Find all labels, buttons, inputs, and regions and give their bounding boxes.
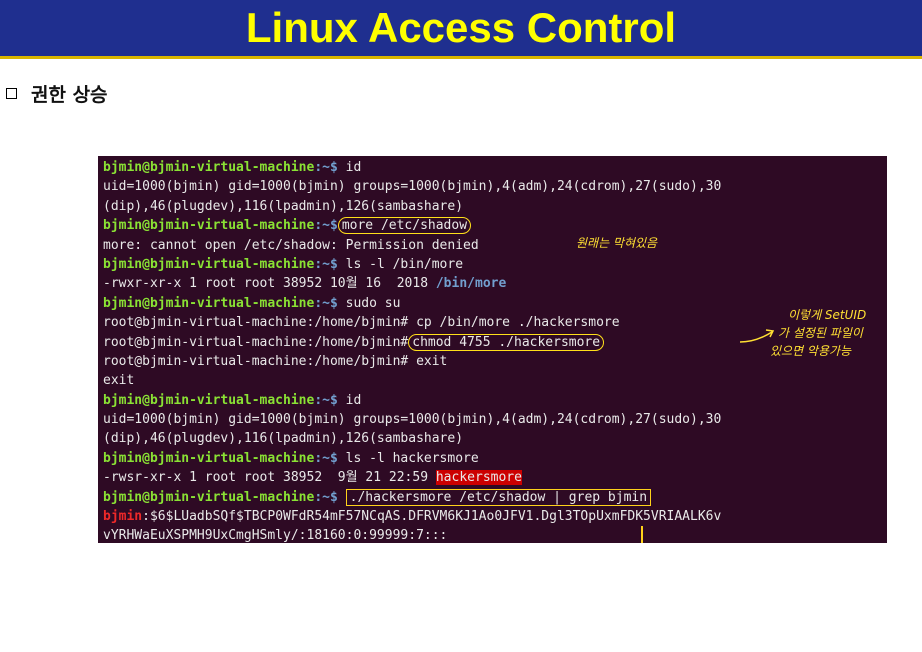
terminal-line: bjmin@bjmin-virtual-machine:~$ sudo su (98, 294, 887, 313)
prompt-path: :~$ (314, 489, 338, 505)
command-text: id (337, 392, 362, 408)
terminal-line: bjmin@bjmin-virtual-machine:~$ more /etc/… (98, 216, 887, 235)
root-prompt: root@bjmin-virtual-machine:/home/bjmin# (103, 353, 409, 369)
terminal-line: bjmin@bjmin-virtual-machine:~$ id (98, 158, 887, 177)
terminal-line: exit (103, 373, 135, 389)
terminal-line: (dip),46(plugdev),116(lpadmin),126(samba… (103, 431, 464, 447)
output-text: -rwxr-xr-x 1 root root 38952 10월 16 2018 (103, 276, 436, 292)
command-text: ls -l hackersmore (337, 450, 479, 466)
prompt-user: bjmin@bjmin-virtual-machine (103, 450, 315, 466)
terminal-line: -rwxr-xr-x 1 root root 38952 10월 16 2018… (98, 274, 887, 293)
prompt-user: bjmin@bjmin-virtual-machine (103, 392, 315, 408)
terminal-line: -rwsr-xr-x 1 root root 38952 9월 21 22:59… (98, 468, 887, 487)
root-prompt: root@bjmin-virtual-machine:/home/bjmin# (103, 315, 409, 331)
annotation-setuid-line3: 있으면 악용가능 (770, 344, 852, 358)
terminal-line: bjmin@bjmin-virtual-machine:~$ ./hackers… (98, 488, 887, 507)
slide-title-bar: Linux Access Control (0, 0, 922, 59)
square-bullet-icon (6, 88, 17, 99)
prompt-user: bjmin@bjmin-virtual-machine (103, 160, 315, 175)
prompt-path: :~$ (314, 392, 338, 408)
terminal-line: bjmin@bjmin-virtual-machine:~$ ls -l /bi… (98, 255, 887, 274)
command-highlight-circle: chmod 4755 ./hackersmore (408, 333, 605, 351)
command-highlight-circle: more /etc/shadow (337, 217, 472, 235)
pointer-line (641, 526, 643, 543)
slide-title: Linux Access Control (245, 4, 677, 51)
prompt-path: :~$ (314, 160, 338, 175)
file-name: /bin/more (435, 276, 507, 292)
prompt-path: :~$ (314, 218, 338, 234)
terminal-line: uid=1000(bjmin) gid=1000(bjmin) groups=1… (103, 412, 722, 428)
prompt-path: :~$ (314, 450, 338, 466)
terminal-line: bjmin@bjmin-virtual-machine:~$ id (98, 391, 887, 410)
prompt-user: bjmin@bjmin-virtual-machine (103, 256, 315, 272)
command-text: ls -l /bin/more (337, 256, 464, 272)
shadow-hash: :$6$LUadbSQf$TBCP0WFdR54mF57NCqAS.DFRVM6… (142, 509, 722, 525)
prompt-path: :~$ (314, 256, 338, 272)
terminal-line: bjmin@bjmin-virtual-machine:~$ ls -l hac… (98, 449, 887, 468)
output-text: -rwsr-xr-x 1 root root 38952 9월 21 22:59 (103, 470, 436, 486)
command-text: cp /bin/more ./hackersmore (408, 315, 620, 331)
terminal-line: (dip),46(plugdev),116(lpadmin),126(samba… (103, 198, 464, 214)
terminal-line: bjmin:$6$LUadbSQf$TBCP0WFdR54mF57NCqAS.D… (98, 507, 887, 526)
annotation-setuid-line1: 이렇게 SetUID (788, 308, 867, 322)
arrow-icon (739, 329, 775, 343)
prompt-path: :~$ (314, 295, 338, 311)
terminal-line: uid=1000(bjmin) gid=1000(bjmin) groups=1… (103, 179, 722, 195)
annotation-setuid-line2: 가 설정된 파일이 (778, 326, 863, 340)
terminal-line: more: cannot open /etc/shadow: Permissio… (103, 237, 479, 253)
command-highlight-box: ./hackersmore /etc/shadow | grep bjmin (345, 488, 652, 506)
command-text: sudo su (337, 295, 401, 311)
command-text: id (337, 160, 362, 175)
prompt-user: bjmin@bjmin-virtual-machine (103, 295, 315, 311)
bullet-heading: 권한 상승 (6, 80, 108, 107)
shadow-user: bjmin (103, 509, 143, 525)
terminal-line: vYRHWaEuXSPMH9UxCmgHSmly/:18160:0:99999:… (103, 528, 448, 543)
annotation-blocked: 원래는 막혀있음 (576, 236, 658, 250)
root-prompt: root@bjmin-virtual-machine:/home/bjmin# (103, 334, 409, 350)
command-text: exit (408, 353, 448, 369)
terminal-screenshot: bjmin@bjmin-virtual-machine:~$ id uid=10… (98, 156, 887, 543)
prompt-user: bjmin@bjmin-virtual-machine (103, 218, 315, 234)
prompt-user: bjmin@bjmin-virtual-machine (103, 489, 315, 505)
setuid-file-highlight: hackersmore (435, 470, 522, 486)
terminal-line: root@bjmin-virtual-machine:/home/bjmin# … (98, 352, 887, 371)
bullet-text: 권한 상승 (31, 84, 108, 106)
